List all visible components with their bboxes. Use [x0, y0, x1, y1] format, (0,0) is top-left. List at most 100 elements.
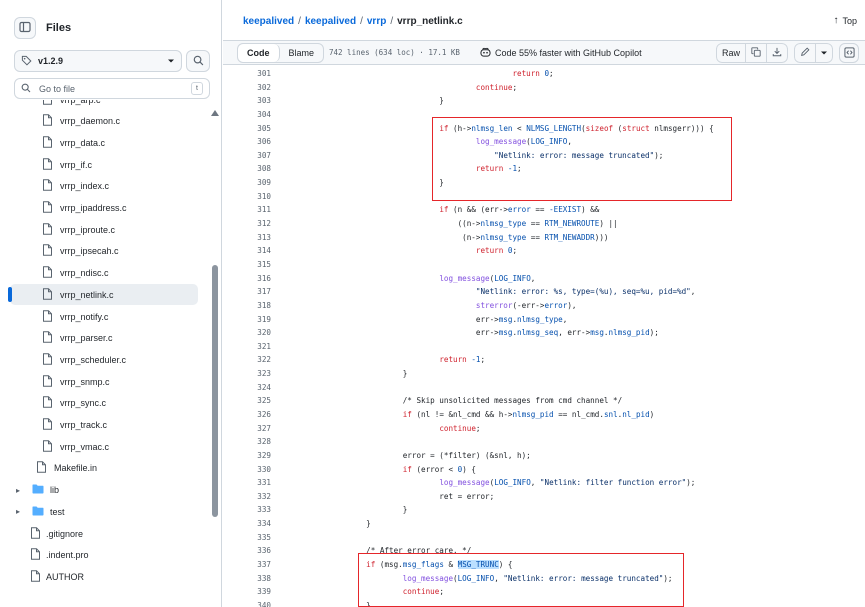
line-number[interactable]: 321: [245, 340, 271, 354]
tab-blame[interactable]: Blame: [280, 44, 324, 62]
copilot-promo-link[interactable]: Code 55% faster with GitHub Copilot: [480, 47, 642, 59]
line-number[interactable]: 328: [245, 435, 271, 449]
line-number[interactable]: 335: [245, 531, 271, 545]
tab-code[interactable]: Code: [238, 44, 280, 62]
line-text: /* After error care. */: [366, 546, 472, 556]
code-square-icon: [843, 46, 855, 60]
file-icon: [42, 157, 53, 172]
back-to-top-link[interactable]: ↑ Top: [833, 15, 857, 26]
file-icon: [42, 114, 53, 128]
copilot-icon: [480, 47, 491, 59]
line-number[interactable]: 338: [245, 572, 271, 586]
tree-file-item[interactable]: vrrp_parser.c: [0, 328, 206, 349]
scroll-up-arrow-icon[interactable]: [211, 110, 219, 116]
line-number[interactable]: 315: [245, 258, 271, 272]
tree-folder-item[interactable]: ▸ lib: [0, 480, 206, 501]
code-line: 303 }: [223, 94, 865, 108]
line-number[interactable]: 332: [245, 490, 271, 504]
tree-file-item[interactable]: vrrp_notify.c: [0, 306, 206, 327]
line-text: continue;: [439, 423, 481, 433]
raw-button[interactable]: Raw: [716, 43, 746, 63]
line-number[interactable]: 322: [245, 353, 271, 367]
line-number[interactable]: 327: [245, 422, 271, 436]
line-number[interactable]: 326: [245, 408, 271, 422]
tree-file-item[interactable]: AUTHOR: [0, 566, 206, 587]
line-text: return 0;: [512, 69, 554, 78]
line-text: }: [293, 519, 371, 529]
line-number[interactable]: 316: [245, 272, 271, 286]
edit-options-button[interactable]: [815, 43, 833, 63]
line-number[interactable]: 307: [245, 149, 271, 163]
line-number[interactable]: 334: [245, 517, 271, 531]
line-number[interactable]: 305: [245, 122, 271, 136]
tree-file-item[interactable]: vrrp_arp.c: [0, 100, 206, 110]
line-number[interactable]: 302: [245, 81, 271, 95]
tree-file-item[interactable]: vrrp_if.c: [0, 154, 206, 175]
file-icon: [42, 439, 53, 454]
download-raw-button[interactable]: [766, 43, 788, 63]
tree-file-item[interactable]: .indent.pro: [0, 545, 206, 566]
tree-file-item[interactable]: vrrp_vmac.c: [0, 436, 206, 457]
line-number[interactable]: 340: [245, 599, 271, 607]
folder-name: lib: [50, 485, 60, 496]
line-number[interactable]: 306: [245, 135, 271, 149]
tree-folder-item[interactable]: ▸ test: [0, 501, 206, 522]
line-number[interactable]: 318: [245, 299, 271, 313]
tree-file-item[interactable]: vrrp_data.c: [0, 132, 206, 153]
sidebar-scrollbar-thumb[interactable]: [212, 265, 218, 517]
line-number[interactable]: 309: [245, 176, 271, 190]
collapse-sidebar-button[interactable]: [14, 17, 36, 39]
line-number[interactable]: 303: [245, 94, 271, 108]
tree-file-item[interactable]: vrrp_ipsecah.c: [0, 241, 206, 262]
tree-file-item[interactable]: .gitignore: [0, 523, 206, 544]
tree-file-item[interactable]: vrrp_sync.c: [0, 393, 206, 414]
branch-selector[interactable]: v1.2.9: [14, 50, 182, 72]
tree-file-item[interactable]: vrrp_daemon.c: [0, 111, 206, 132]
line-number[interactable]: 314: [245, 244, 271, 258]
line-number[interactable]: 320: [245, 326, 271, 340]
line-number[interactable]: 308: [245, 162, 271, 176]
line-number[interactable]: 339: [245, 585, 271, 599]
copy-raw-button[interactable]: [745, 43, 767, 63]
branch-name: v1.2.9: [38, 56, 64, 66]
line-number[interactable]: 313: [245, 231, 271, 245]
tree-file-item[interactable]: Makefile.in: [0, 458, 206, 479]
tree-file-item[interactable]: vrrp_netlink.c: [8, 284, 198, 306]
symbols-panel-button[interactable]: [839, 43, 859, 63]
line-number[interactable]: 333: [245, 503, 271, 517]
line-text: "Netlink: error: message truncated");: [494, 150, 664, 160]
line-text: ret = error;: [293, 491, 495, 501]
file-tree: vrrp_arp.c vrrp_daemon.c vrrp_data.c vrrp_i…: [0, 100, 212, 607]
line-number[interactable]: 325: [245, 394, 271, 408]
line-number[interactable]: 324: [245, 381, 271, 395]
line-number[interactable]: 312: [245, 217, 271, 231]
line-number[interactable]: 317: [245, 285, 271, 299]
line-number[interactable]: 336: [245, 544, 271, 558]
tree-file-item[interactable]: vrrp_track.c: [0, 415, 206, 436]
tree-file-item[interactable]: vrrp_scheduler.c: [0, 349, 206, 370]
line-text: continue;: [402, 587, 444, 597]
edit-file-button[interactable]: [794, 43, 816, 63]
go-to-file-input[interactable]: Go to file t: [14, 78, 210, 99]
breadcrumb-link[interactable]: keepalived: [243, 16, 294, 27]
line-number[interactable]: 310: [245, 190, 271, 204]
line-number[interactable]: 329: [245, 449, 271, 463]
tree-file-item[interactable]: vrrp_snmp.c: [0, 371, 206, 392]
search-files-button[interactable]: [186, 50, 210, 72]
line-number[interactable]: 323: [245, 367, 271, 381]
line-number[interactable]: 331: [245, 476, 271, 490]
line-number[interactable]: 311: [245, 203, 271, 217]
file-icon: [30, 548, 41, 562]
line-number[interactable]: 330: [245, 463, 271, 477]
breadcrumb-link[interactable]: vrrp: [367, 16, 386, 27]
line-number[interactable]: 337: [245, 558, 271, 572]
line-number[interactable]: 301: [245, 67, 271, 81]
tree-file-item[interactable]: vrrp_iproute.c: [0, 219, 206, 240]
tree-file-item[interactable]: vrrp_index.c: [0, 176, 206, 197]
line-text: ((n->nlmsg_type == RTM_NEWROUTE) ||: [293, 219, 618, 229]
breadcrumb-link[interactable]: keepalived: [305, 16, 356, 27]
tree-file-item[interactable]: vrrp_ipaddress.c: [0, 198, 206, 219]
line-number[interactable]: 319: [245, 313, 271, 327]
line-number[interactable]: 304: [245, 108, 271, 122]
tree-file-item[interactable]: vrrp_ndisc.c: [0, 263, 206, 284]
